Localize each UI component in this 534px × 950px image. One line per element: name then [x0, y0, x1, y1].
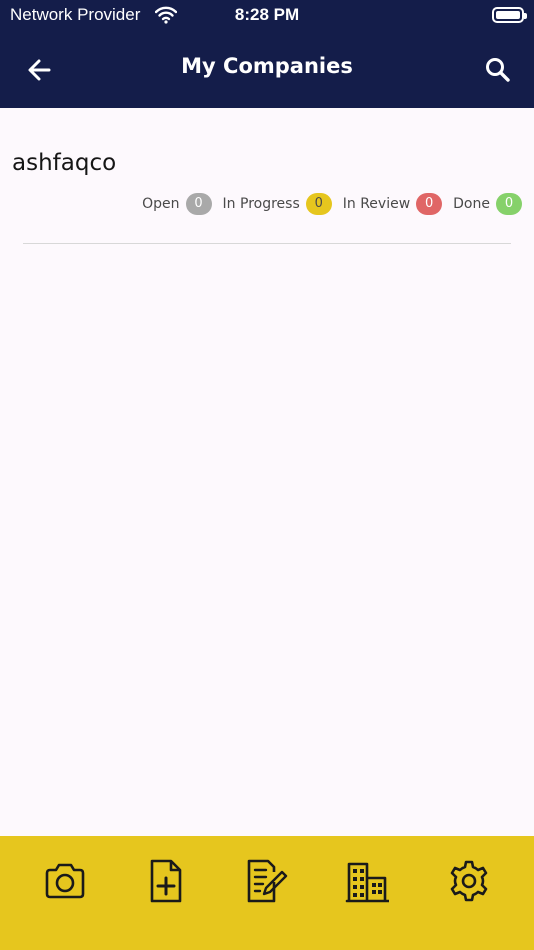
settings-button[interactable] [444, 856, 494, 906]
status-open: Open 0 [142, 193, 212, 215]
status-label: In Review [342, 196, 411, 212]
buildings-icon [345, 862, 390, 903]
search-button[interactable] [480, 52, 516, 88]
divider [23, 243, 511, 244]
status-bar: Network Provider 8:28 PM [0, 0, 534, 30]
app-header: Network Provider 8:28 PM My Companies [0, 0, 534, 108]
status-in-review: In Review 0 [342, 193, 443, 215]
add-document-button[interactable] [141, 856, 191, 906]
status-time: 8:28 PM [234, 5, 300, 24]
company-name: ashfaqco [12, 150, 117, 176]
camera-icon [45, 863, 84, 899]
edit-document-icon [247, 859, 288, 903]
status-summary: Open 0 In Progress 0 In Review 0 Done 0 [142, 193, 522, 215]
company-card[interactable]: ashfaqco Open 0 In Progress 0 In Review … [0, 108, 534, 248]
search-icon [486, 58, 510, 82]
status-count-badge: 0 [305, 193, 332, 215]
battery-icon [492, 7, 527, 23]
status-count-badge: 0 [185, 193, 212, 215]
add-document-icon [150, 859, 182, 903]
settings-gear-icon [451, 860, 488, 902]
edit-document-button[interactable] [242, 856, 292, 906]
status-label: Done [453, 196, 490, 212]
status-label: In Progress [222, 196, 300, 212]
status-count-badge: 0 [496, 193, 522, 215]
status-in-progress: In Progress 0 [223, 193, 332, 215]
status-done: Done 0 [453, 193, 522, 215]
camera-button[interactable] [40, 856, 90, 906]
nav-bar: My Companies [0, 40, 534, 100]
page-title: My Companies [181, 54, 353, 78]
companies-button[interactable] [343, 856, 393, 906]
status-label: Open [142, 196, 180, 212]
status-count-badge: 0 [416, 193, 443, 215]
bottom-toolbar [0, 836, 534, 950]
